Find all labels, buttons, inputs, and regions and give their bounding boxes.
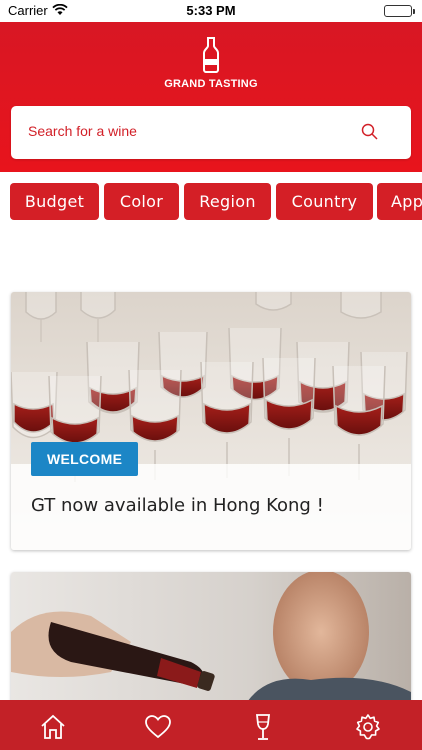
gear-icon[interactable] (353, 712, 383, 742)
filter-color[interactable]: Color (104, 183, 179, 220)
bottom-tab-bar (0, 700, 422, 750)
search-input[interactable]: Search for a wine (11, 106, 411, 159)
category-badge: WELCOME (31, 442, 139, 476)
filter-chips: Budget Color Region Country App (0, 183, 422, 221)
filter-budget[interactable]: Budget (10, 183, 99, 220)
status-time: 5:33 PM (186, 3, 236, 18)
home-icon[interactable] (38, 712, 68, 742)
card-title: GT now available in Hong Kong ! (31, 495, 324, 516)
search-placeholder: Search for a wine (28, 123, 137, 139)
app-header: GRAND TASTING Search for a wine (0, 22, 422, 172)
filter-region[interactable]: Region (184, 183, 271, 220)
filter-country[interactable]: Country (276, 183, 373, 220)
search-icon[interactable] (361, 123, 379, 145)
wine-glass-icon[interactable] (248, 712, 278, 742)
filter-appellation[interactable]: App (377, 183, 422, 220)
news-card[interactable] (11, 572, 411, 712)
wine-bottle-icon (0, 37, 422, 77)
app-screen: Carrier 5:33 PM GRAND TASTING Search for… (0, 0, 422, 750)
sommelier-pouring-photo (11, 572, 411, 712)
news-card[interactable]: WELCOME GT now available in Hong Kong ! (11, 292, 411, 550)
heart-icon[interactable] (143, 712, 173, 742)
battery-icon (384, 5, 415, 17)
app-title: GRAND TASTING (164, 78, 258, 90)
status-bar: Carrier 5:33 PM (0, 0, 422, 22)
